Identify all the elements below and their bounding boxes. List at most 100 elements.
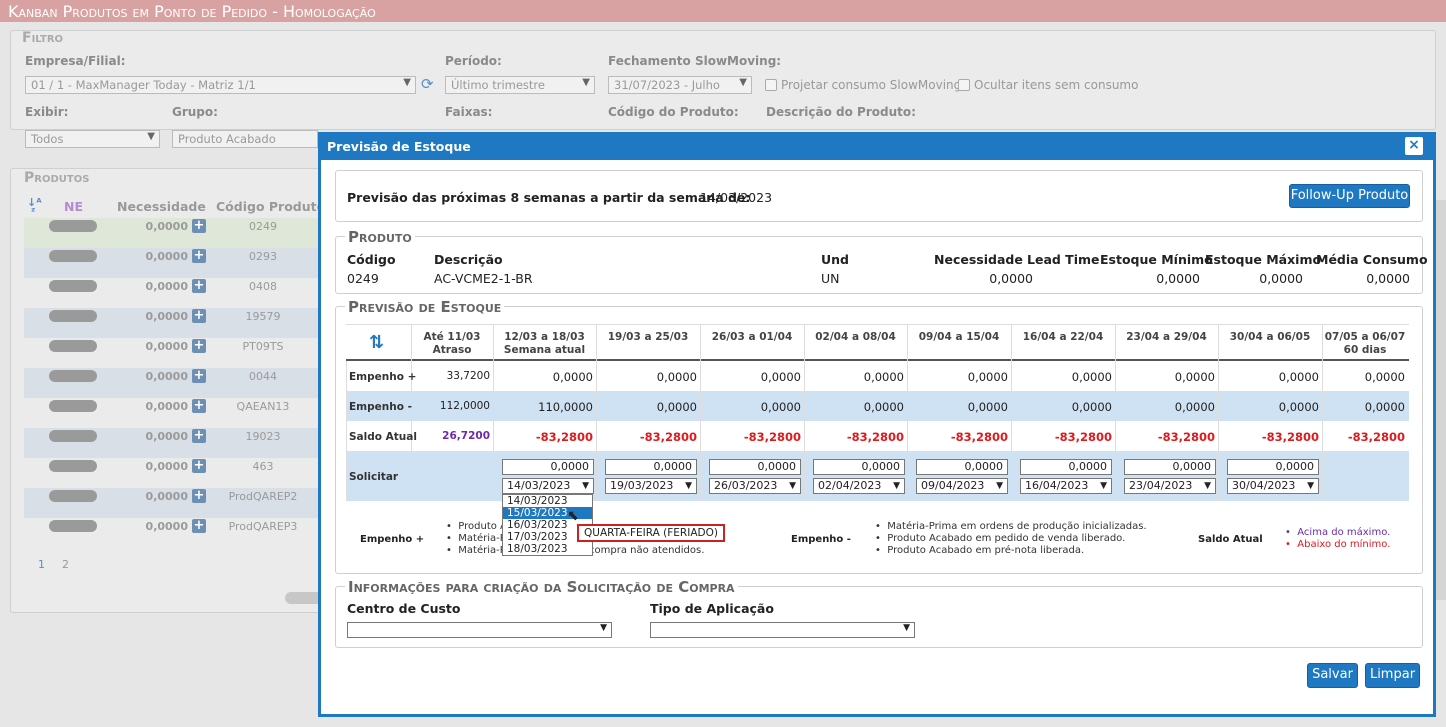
legend-saldo-list: • Acima do máximo. • Abaixo do mínimo. [1285,527,1390,551]
fechamento-label: Fechamento SlowMoving: [608,54,782,68]
row-label-empenho-plus: Empenho + [349,371,417,383]
dropdown-option[interactable]: 18/03/2023 [503,543,592,555]
periodo-label: Período: [445,54,502,68]
empenho-plus-value: 0,0000 [760,370,801,384]
codigo-produto-label: Código do Produto: [608,105,739,119]
row-necessidade: 0,0000 [145,520,188,533]
ne-indicator [49,220,97,232]
ne-indicator [49,460,97,472]
saldo-value: -83,2800 [846,430,904,444]
solicitar-date-value: 14/03/2023 [507,479,571,492]
col-ne[interactable]: NE [64,199,83,214]
row-codigo: 19023 [245,430,281,443]
list-item-text: Produto A [458,521,507,532]
projetar-checkbox[interactable] [765,79,777,91]
produto-media-consumo: 0,0000 [1366,271,1410,286]
compra-legend: Informações para criação da Solicitação … [345,578,738,596]
row-codigo: ProdQAREP3 [228,520,298,533]
app-title-bar: Kanban Produtos em Ponto de Pedido - Hom… [0,0,1446,22]
periodo-select[interactable]: Último trimestre ▼ [445,76,595,94]
solicitar-date-select[interactable]: 16/04/2023 ▼ [1020,478,1112,494]
dropdown-option[interactable]: 14/03/2023 [503,495,592,507]
close-icon[interactable]: × [1405,137,1423,155]
solicitar-date-select[interactable]: 19/03/2023 ▼ [605,478,697,494]
row-label-empenho-minus: Empenho - [349,401,412,413]
col-header: Até 11/03 [423,331,481,343]
empresa-select[interactable]: 01 / 1 - MaxManager Today - Matriz 1/1 ▼ [25,76,416,94]
row-codigo: QAEAN13 [236,400,290,413]
page-2[interactable]: 2 [62,558,69,571]
col-header: 16/04 a 22/04 [1022,331,1104,343]
fechamento-select[interactable]: 31/07/2023 - Julho ▼ [608,76,752,94]
solicitar-quantity-input[interactable]: 0,0000 [1227,459,1319,475]
produto-estoque-minimo: 0,0000 [1156,271,1200,286]
previsao-modal: Previsão de Estoque × Previsão das próxi… [318,132,1436,717]
save-button[interactable]: Salvar [1307,663,1358,688]
col-header: 09/04 a 15/04 [918,331,1000,343]
row-necessidade: 0,0000 [145,340,188,353]
solicitar-date-value: 26/03/2023 [714,479,778,492]
projetar-label: Projetar consumo SlowMoving [781,78,962,92]
refresh-icon[interactable]: ⟳ [421,75,434,93]
h-codigo: Código [347,252,396,267]
list-item-text: Acima do máximo. [1297,527,1391,538]
solicitar-quantity-input[interactable]: 0,0000 [605,459,697,475]
saldo-value: -83,2800 [535,430,593,444]
descricao-produto-label: Descrição do Produto: [766,105,916,119]
list-item: • Produto Acabado em pedido de venda lib… [875,533,1126,544]
solicitar-date-select[interactable]: 23/04/2023 ▼ [1124,478,1216,494]
centro-custo-select[interactable]: ▼ [347,622,612,638]
solicitar-quantity-input[interactable]: 0,0000 [1020,459,1112,475]
chevron-down-icon: ▼ [685,481,692,491]
row-label-saldo: Saldo Atual [349,431,417,443]
tipo-aplicacao-select[interactable]: ▼ [650,622,915,638]
chevron-down-icon: ▼ [1204,481,1211,491]
projetar-option[interactable]: Projetar consumo SlowMoving [765,78,961,92]
solicitar-date-select[interactable]: 30/04/2023 ▼ [1227,478,1319,494]
row-necessidade: 0,0000 [145,370,188,383]
empenho-plus-value: 0,0000 [1071,370,1112,384]
row-necessidade: 0,0000 [145,430,188,443]
refresh-icon[interactable]: ⇅ [369,332,384,353]
tipo-aplicacao-label: Tipo de Aplicação [650,601,774,616]
exibir-select[interactable]: Todos ▼ [25,130,160,148]
produto-codigo: 0249 [347,271,379,286]
follow-up-button[interactable]: Follow-Up Produto [1289,184,1410,208]
ocultar-option[interactable]: Ocultar itens sem consumo [958,78,1138,92]
empresa-value: 01 / 1 - MaxManager Today - Matriz 1/1 [31,78,256,92]
solicitar-date-select[interactable]: 02/04/2023 ▼ [813,478,905,494]
row-label-solicitar: Solicitar [349,471,399,483]
ne-indicator [49,340,97,352]
produto-und: UN [821,271,840,286]
col-codigo-produto[interactable]: Código Produto [216,199,325,214]
solicitar-date-select[interactable]: 09/04/2023 ▼ [916,478,1008,494]
row-codigo: 19579 [245,310,281,323]
solicitar-quantity-input[interactable]: 0,0000 [916,459,1008,475]
chevron-down-icon: ▼ [903,623,910,633]
chevron-down-icon: ▼ [403,77,411,88]
solicitar-quantity-input[interactable]: 0,0000 [1124,459,1216,475]
saldo-value: -83,2800 [1347,430,1405,444]
row-necessidade: 0,0000 [145,310,188,323]
row-necessidade: 0,0000 [145,400,188,413]
chevron-down-icon: ▼ [739,77,747,88]
page-1[interactable]: 1 [38,558,45,571]
app-title: Kanban Produtos em Ponto de Pedido - Hom… [8,2,376,21]
solicitar-quantity-input[interactable]: 0,0000 [709,459,801,475]
empenho-plus-value: 33,7200 [446,370,490,382]
modal-header: Previsão de Estoque [321,132,1433,160]
clear-button[interactable]: Limpar [1365,663,1420,688]
solicitar-quantity-input[interactable]: 0,0000 [502,459,594,475]
sort-icon[interactable]: ↓ᴬ ᶻ [27,197,42,217]
solicitar-date-select[interactable]: 14/03/2023 ▼ [502,478,594,494]
empenho-plus-value: 0,0000 [1174,370,1215,384]
empenho-minus-value: 0,0000 [967,400,1008,414]
col-necessidade[interactable]: Necessidade [117,199,206,214]
list-item-text: Matéria-P [458,545,506,556]
solicitar-quantity-input[interactable]: 0,0000 [813,459,905,475]
list-item: • Matéria-P [446,545,506,556]
saldo-value: -83,2800 [639,430,697,444]
solicitar-date-select[interactable]: 26/03/2023 ▼ [709,478,801,494]
grupo-select[interactable]: Produto Acabado [172,130,318,148]
ocultar-checkbox[interactable] [958,79,970,91]
